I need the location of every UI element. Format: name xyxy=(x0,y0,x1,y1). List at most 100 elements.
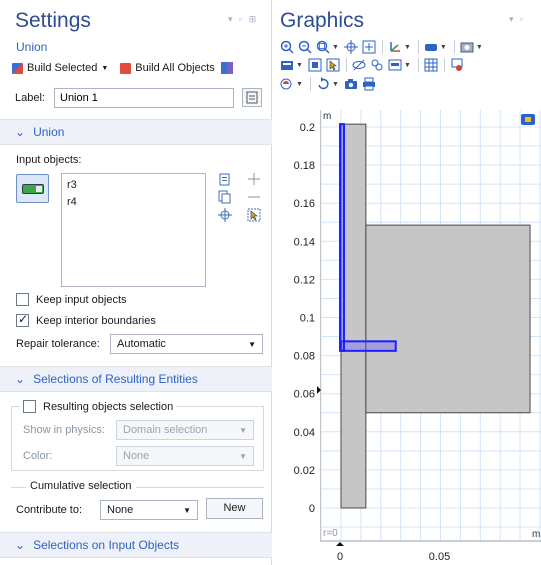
y-tick-label: 0.1 xyxy=(300,313,315,325)
zoom-selected-icon[interactable] xyxy=(362,40,376,54)
y-tick-label: 0.2 xyxy=(300,122,315,134)
zoom-box-icon[interactable] xyxy=(316,40,330,54)
zoom-extents-icon[interactable] xyxy=(343,40,358,54)
y-tick-label: 0.04 xyxy=(294,427,315,439)
render-dropdown-icon[interactable]: ▼ xyxy=(404,62,411,69)
reset-view-icon[interactable] xyxy=(316,77,330,91)
settings-panel: Settings ▾ ▫ ⊞ Union Build Selected ▼ Bu… xyxy=(0,0,272,565)
show-in-physics-label: Show in physics: xyxy=(23,424,105,436)
settings-window-controls[interactable]: ▾ ▫ ⊞ xyxy=(228,14,258,25)
paste-icon[interactable] xyxy=(218,172,232,186)
edit-label-button[interactable] xyxy=(242,88,262,107)
toolbar-separator xyxy=(417,40,419,54)
list-item[interactable]: r4 xyxy=(67,194,205,211)
graphics-toolbar-row-1: ▼ ▼ ▼ ▼ xyxy=(280,39,488,55)
build-selected-dropdown-icon[interactable]: ▼ xyxy=(101,65,108,72)
build-toolbar: Build Selected ▼ Build All Objects xyxy=(12,60,233,76)
color-label: Color: xyxy=(23,450,53,462)
remove-icon[interactable] xyxy=(247,190,261,204)
keep-interior-boundaries-checkbox[interactable] xyxy=(16,312,29,327)
y-tick-label: 0 xyxy=(309,503,315,515)
view-dropdown-icon[interactable]: ▼ xyxy=(296,62,303,69)
graphics-toolbar-row-3: ▼ ▼ xyxy=(280,76,380,92)
contribute-to-select[interactable]: None ▼ xyxy=(100,500,198,520)
node-type-label: Union xyxy=(16,40,48,54)
scene-light-icon[interactable] xyxy=(280,77,294,91)
copy-icon[interactable] xyxy=(218,190,232,204)
repair-tolerance-select[interactable]: Automatic ▼ xyxy=(110,334,263,354)
view-cube-icon xyxy=(521,114,535,125)
toolbar-separator xyxy=(417,58,419,72)
graphics-window-controls[interactable]: ▾ ▫ xyxy=(509,14,525,25)
build-all-button[interactable]: Build All Objects xyxy=(135,62,214,74)
chevron-down-icon: ▼ xyxy=(183,505,191,515)
graphics-toolbar-row-2: ▼ ▼ xyxy=(280,57,468,73)
y-tick-label: 0.08 xyxy=(294,351,315,363)
label-input[interactable] xyxy=(54,88,234,108)
input-objects-label: Input objects: xyxy=(16,154,82,166)
keep-input-objects-label: Keep input objects xyxy=(36,293,127,306)
new-button[interactable]: New xyxy=(206,498,263,519)
selected-object-r3 xyxy=(339,123,345,352)
select-objects-icon[interactable] xyxy=(308,58,322,72)
hide-objects-icon[interactable] xyxy=(352,58,366,72)
show-in-physics-value: Domain selection xyxy=(123,424,208,436)
union-section-header[interactable]: ⌄ Union xyxy=(0,119,272,145)
selections-input-section-header[interactable]: ⌄ Selections on Input Objects xyxy=(0,532,272,558)
geometry-plot[interactable]: m r=0 m xyxy=(320,110,541,541)
image-dropdown-icon[interactable]: ▼ xyxy=(476,44,483,51)
select-boundaries-icon[interactable] xyxy=(326,58,340,72)
chevron-down-icon: ▼ xyxy=(248,339,256,349)
selection-mode-icon[interactable] xyxy=(424,40,438,54)
zoom-in-icon[interactable] xyxy=(280,40,294,54)
y-tick-label: 0.02 xyxy=(294,465,315,477)
show-objects-icon[interactable] xyxy=(370,58,384,72)
y-tick-label: 0.12 xyxy=(294,274,315,286)
resulting-objects-selection-checkbox[interactable] xyxy=(23,400,36,413)
contribute-to-value: None xyxy=(107,504,134,516)
chevron-down-icon: ▼ xyxy=(239,451,247,461)
build-all-extra-icon[interactable] xyxy=(220,62,233,74)
chevron-down-icon: ⌄ xyxy=(15,538,26,552)
label-caption: Label: xyxy=(15,92,45,104)
toolbar-separator xyxy=(309,77,311,91)
axis-unit-label: m xyxy=(323,111,331,122)
color-value: None xyxy=(123,450,150,462)
render-mode-icon[interactable] xyxy=(388,58,402,72)
x-tick-label: 0.05 xyxy=(429,551,450,563)
select-in-graphics-icon[interactable] xyxy=(247,208,261,222)
input-objects-list[interactable]: r3 r4 xyxy=(61,173,206,287)
list-item[interactable]: r3 xyxy=(67,177,205,194)
selections-resulting-section-header[interactable]: ⌄ Selections of Resulting Entities xyxy=(0,366,272,392)
grid-icon[interactable] xyxy=(424,58,438,72)
axis-orientation-icon[interactable] xyxy=(388,40,402,54)
axis-dropdown-icon[interactable]: ▼ xyxy=(404,44,411,51)
selection-mode-dropdown-icon[interactable]: ▼ xyxy=(440,44,447,51)
view-icon[interactable] xyxy=(280,58,294,72)
settings-title: Settings xyxy=(15,9,91,32)
repair-tolerance-value: Automatic xyxy=(117,338,166,350)
y-tick-label: 0.18 xyxy=(294,160,315,172)
x-axis-marker xyxy=(336,542,344,546)
graphics-panel: Graphics ▾ ▫ ▼ ▼ ▼ ▼ ▼ ▼ ▼ ▼ m r=0 m 0.2… xyxy=(273,0,541,565)
zoom-dropdown-icon[interactable]: ▼ xyxy=(332,44,339,51)
label-row: Label: xyxy=(0,86,272,110)
scene-light-dropdown-icon[interactable]: ▼ xyxy=(296,81,303,88)
add-icon[interactable] xyxy=(247,172,261,186)
camera-icon[interactable] xyxy=(344,77,358,91)
activate-selection-button[interactable] xyxy=(16,174,49,203)
zoom-to-selection-icon[interactable] xyxy=(218,208,232,222)
reset-view-dropdown-icon[interactable]: ▼ xyxy=(332,81,339,88)
union-section-title: Union xyxy=(33,125,65,139)
edit-label-icon xyxy=(246,91,258,104)
print-icon[interactable] xyxy=(362,77,376,91)
build-selected-button[interactable]: Build Selected xyxy=(27,62,97,74)
chevron-down-icon: ⌄ xyxy=(15,372,26,386)
graphics-canvas[interactable]: m r=0 m xyxy=(320,110,541,541)
image-snapshot-icon[interactable] xyxy=(460,40,474,54)
clear-selection-icon[interactable] xyxy=(450,58,464,72)
zoom-out-icon[interactable] xyxy=(298,40,312,54)
contribute-to-label: Contribute to: xyxy=(16,504,83,516)
keep-input-objects-checkbox[interactable] xyxy=(16,293,29,306)
keep-interior-boundaries-row: Keep interior boundaries xyxy=(16,312,156,327)
